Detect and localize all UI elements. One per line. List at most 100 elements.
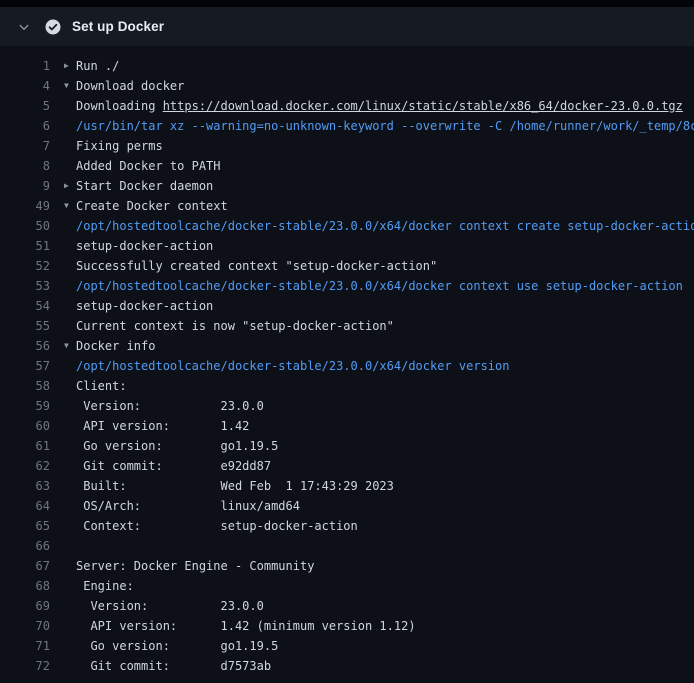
step-header[interactable]: Set up Docker — [0, 7, 694, 46]
line-number[interactable]: 5 — [0, 96, 50, 116]
log-command-text: /opt/hostedtoolcache/docker-stable/23.0.… — [76, 359, 509, 373]
log-line: 54 setup-docker-action — [0, 296, 694, 316]
line-number[interactable]: 4 — [0, 76, 50, 96]
line-number[interactable]: 63 — [0, 476, 50, 496]
group-title[interactable]: Run ./ — [76, 56, 694, 76]
log-plain-text: Successfully created context "setup-dock… — [76, 259, 437, 273]
log-text: Go version: go1.19.5 — [76, 636, 694, 656]
log-plain-text: Docker info — [76, 339, 155, 353]
success-check-icon — [45, 19, 61, 35]
expand-group-icon[interactable]: ▶ — [64, 176, 76, 196]
log-plain-text: Go version: go1.19.5 — [76, 639, 278, 653]
log-plain-text: OS/Arch: linux/amd64 — [76, 499, 300, 513]
line-number[interactable]: 68 — [0, 576, 50, 596]
line-number[interactable]: 52 — [0, 256, 50, 276]
log-line: 4 ▼Download docker — [0, 76, 694, 96]
group-title[interactable]: Docker info — [76, 336, 694, 356]
log-viewer: Set up Docker 1▶Run ./4▼Download docker5… — [0, 0, 694, 683]
log-text: Context: setup-docker-action — [76, 516, 694, 536]
log-line: 52 Successfully created context "setup-do… — [0, 256, 694, 276]
log-plain-text: Run ./ — [76, 59, 119, 73]
log-text: setup-docker-action — [76, 236, 694, 256]
line-number[interactable]: 70 — [0, 616, 50, 636]
log-plain-text: Git commit: d7573ab — [76, 659, 271, 673]
log-line: 64 OS/Arch: linux/amd64 — [0, 496, 694, 516]
log-text: /opt/hostedtoolcache/docker-stable/23.0.… — [76, 356, 694, 376]
log-text: /opt/hostedtoolcache/docker-stable/23.0.… — [76, 276, 694, 296]
group-title[interactable]: Start Docker daemon — [76, 176, 694, 196]
log-line: 70 API version: 1.42 (minimum version 1.… — [0, 616, 694, 636]
line-number[interactable]: 6 — [0, 116, 50, 136]
log-line: 69 Version: 23.0.0 — [0, 596, 694, 616]
line-number[interactable]: 69 — [0, 596, 50, 616]
log-text: Added Docker to PATH — [76, 156, 694, 176]
log-line: 1 ▶Run ./ — [0, 56, 694, 76]
log-plain-text: API version: 1.42 — [76, 419, 249, 433]
line-number[interactable]: 66 — [0, 536, 50, 556]
chevron-down-icon[interactable] — [16, 19, 32, 35]
line-number[interactable]: 71 — [0, 636, 50, 656]
log-link[interactable]: https://download.docker.com/linux/static… — [163, 99, 683, 113]
line-number[interactable]: 61 — [0, 436, 50, 456]
log-line: 9 ▶Start Docker daemon — [0, 176, 694, 196]
log-text: /usr/bin/tar xz --warning=no-unknown-key… — [76, 116, 694, 136]
log-line: 68 Engine: — [0, 576, 694, 596]
log-text: Git commit: e92dd87 — [76, 456, 694, 476]
expand-group-icon[interactable]: ▶ — [64, 56, 76, 76]
line-number[interactable]: 54 — [0, 296, 50, 316]
log-plain-text: Create Docker context — [76, 199, 228, 213]
line-number[interactable]: 59 — [0, 396, 50, 416]
log-text: /opt/hostedtoolcache/docker-stable/23.0.… — [76, 216, 694, 236]
line-number[interactable]: 9 — [0, 176, 50, 196]
log-line: 7 Fixing perms — [0, 136, 694, 156]
log-line: 55 Current context is now "setup-docker-a… — [0, 316, 694, 336]
log-plain-text: Start Docker daemon — [76, 179, 213, 193]
line-number[interactable]: 7 — [0, 136, 50, 156]
line-number[interactable]: 60 — [0, 416, 50, 436]
line-number[interactable]: 65 — [0, 516, 50, 536]
line-number[interactable]: 57 — [0, 356, 50, 376]
log-line: 50/opt/hostedtoolcache/docker-stable/23.… — [0, 216, 694, 236]
log-plain-text: Version: 23.0.0 — [76, 399, 264, 413]
log-text: Client: — [76, 376, 694, 396]
log-text: Version: 23.0.0 — [76, 596, 694, 616]
log-text: Server: Docker Engine - Community — [76, 556, 694, 576]
collapse-group-icon[interactable]: ▼ — [64, 336, 76, 356]
log-line: 62 Git commit: e92dd87 — [0, 456, 694, 476]
line-number[interactable]: 1 — [0, 56, 50, 76]
line-number[interactable]: 53 — [0, 276, 50, 296]
line-number[interactable]: 55 — [0, 316, 50, 336]
log-plain-text: Go version: go1.19.5 — [76, 439, 278, 453]
log-text: Go version: go1.19.5 — [76, 436, 694, 456]
line-number[interactable]: 49 — [0, 196, 50, 216]
line-number[interactable]: 8 — [0, 156, 50, 176]
log-plain-text: setup-docker-action — [76, 299, 213, 313]
step-title: Set up Docker — [72, 19, 164, 34]
log-plain-text: Server: Docker Engine - Community — [76, 559, 314, 573]
collapse-group-icon[interactable]: ▼ — [64, 196, 76, 216]
line-number[interactable]: 56 — [0, 336, 50, 356]
log-plain-text: Engine: — [76, 579, 134, 593]
line-number[interactable]: 58 — [0, 376, 50, 396]
log-plain-text: Git commit: e92dd87 — [76, 459, 271, 473]
group-title[interactable]: Download docker — [76, 76, 694, 96]
log-line: 59 Version: 23.0.0 — [0, 396, 694, 416]
log-plain-text: Current context is now "setup-docker-act… — [76, 319, 394, 333]
log-plain-text: Built: Wed Feb 1 17:43:29 2023 — [76, 479, 394, 493]
line-number[interactable]: 64 — [0, 496, 50, 516]
group-title[interactable]: Create Docker context — [76, 196, 694, 216]
collapse-group-icon[interactable]: ▼ — [64, 76, 76, 96]
line-number[interactable]: 67 — [0, 556, 50, 576]
log-plain-text: Context: setup-docker-action — [76, 519, 358, 533]
log-text: Downloading https://download.docker.com/… — [76, 96, 694, 116]
log-line: 72 Git commit: d7573ab — [0, 656, 694, 676]
line-number[interactable]: 50 — [0, 216, 50, 236]
line-number[interactable]: 51 — [0, 236, 50, 256]
log-line: 61 Go version: go1.19.5 — [0, 436, 694, 456]
log-text: API version: 1.42 (minimum version 1.12) — [76, 616, 694, 636]
line-number[interactable]: 72 — [0, 656, 50, 676]
log-line: 71 Go version: go1.19.5 — [0, 636, 694, 656]
log-line: 66 — [0, 536, 694, 556]
log-text: Fixing perms — [76, 136, 694, 156]
line-number[interactable]: 62 — [0, 456, 50, 476]
